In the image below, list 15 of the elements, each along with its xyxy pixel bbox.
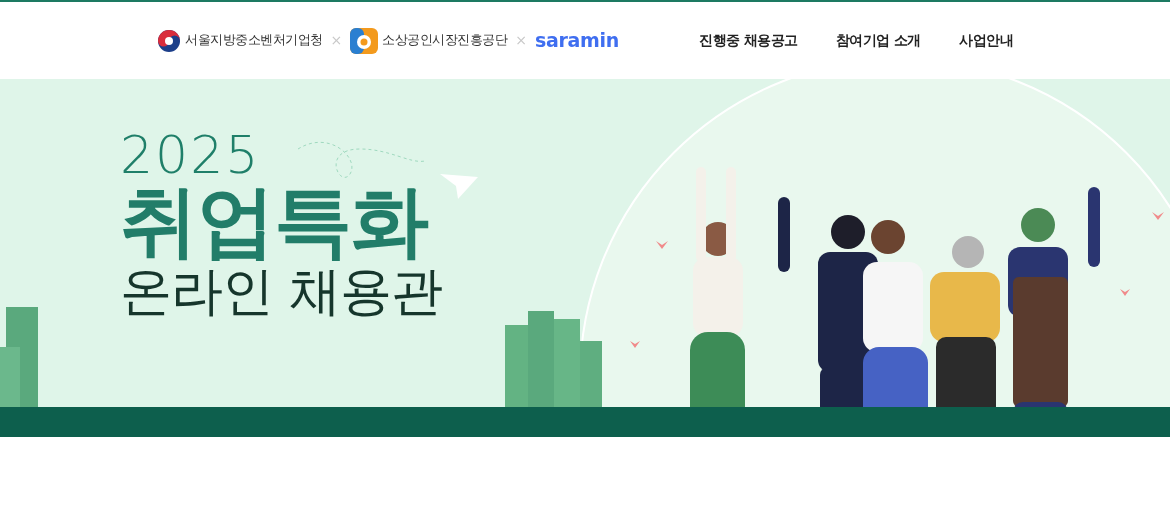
logo-link[interactable]: 서울지방중소벤처기업청 — [157, 28, 323, 53]
banner-title: 취업특화 — [120, 181, 430, 263]
nav-link-item[interactable]: 사업안내 — [959, 30, 1013, 51]
banner-year: 2025 — [120, 129, 262, 181]
separator-mark: × — [330, 31, 343, 50]
nav-link-item[interactable]: 진행중 채용공고 — [699, 30, 798, 51]
logo-text: 서울지방중소벤처기업청 — [185, 31, 323, 50]
banner-subtitle: 온라인 채용관 — [120, 262, 443, 321]
logo-text: 소상공인시장진흥공단 — [382, 31, 508, 50]
saramin-logo[interactable]: saramin — [534, 26, 620, 55]
taegeuk-emblem-icon — [157, 28, 181, 53]
nav-link-item[interactable]: 참여기업 소개 — [835, 30, 921, 51]
logo-link[interactable]: 소상공인시장진흥공단 — [350, 27, 508, 54]
swirl-emblem-icon — [350, 27, 379, 54]
separator-mark: × — [515, 31, 527, 50]
